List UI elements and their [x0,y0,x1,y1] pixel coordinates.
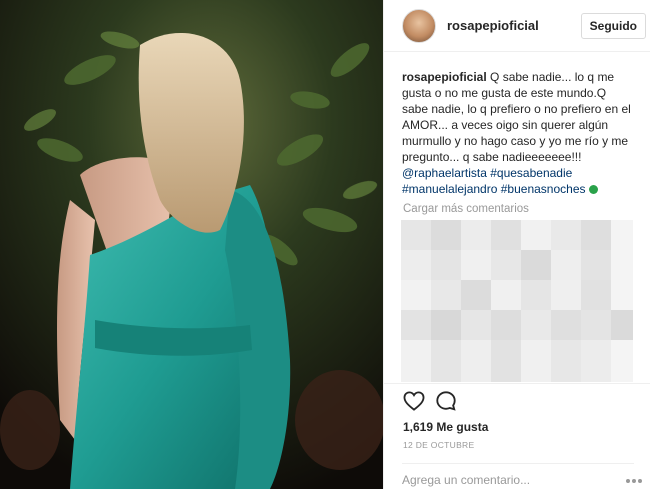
caption-username[interactable]: rosapepioficial [402,70,487,84]
following-button[interactable]: Seguido [580,13,646,39]
post-actions: 1,619 Me gusta 12 DE OCTUBRE [384,383,650,465]
heart-icon[interactable] [403,391,425,411]
avatar[interactable] [402,8,436,43]
post-header: rosapepioficial Seguido [384,0,650,52]
photo-illustration [0,0,383,489]
post-caption: rosapepioficial Q sabe nadie... lo q me … [402,69,634,197]
comment-input[interactable]: Agrega un comentario... [402,463,634,489]
more-options-icon[interactable] [626,470,644,483]
load-more-comments-link[interactable]: Cargar más comentarios [403,203,529,215]
hashtag-link[interactable]: #manuelalejandro [402,182,497,196]
caption-text: Q sabe nadie... lo q me gusta o no me gu… [402,70,631,164]
likes-count[interactable]: 1,619 Me gusta [403,420,488,434]
comment-icon[interactable] [435,390,457,412]
post-details-panel: rosapepioficial Seguido rosapepioficial … [383,0,650,489]
post-date: 12 DE OCTUBRE [403,440,475,450]
post-photo[interactable] [0,0,383,489]
pixelated-comments [401,220,633,382]
mention-link[interactable]: @raphaelartista [402,166,487,180]
globe-emoji-icon [588,185,598,194]
header-username[interactable]: rosapepioficial [447,18,539,33]
hashtag-link[interactable]: #buenasnoches [501,182,586,196]
hashtag-link[interactable]: #quesabenadie [490,166,572,180]
